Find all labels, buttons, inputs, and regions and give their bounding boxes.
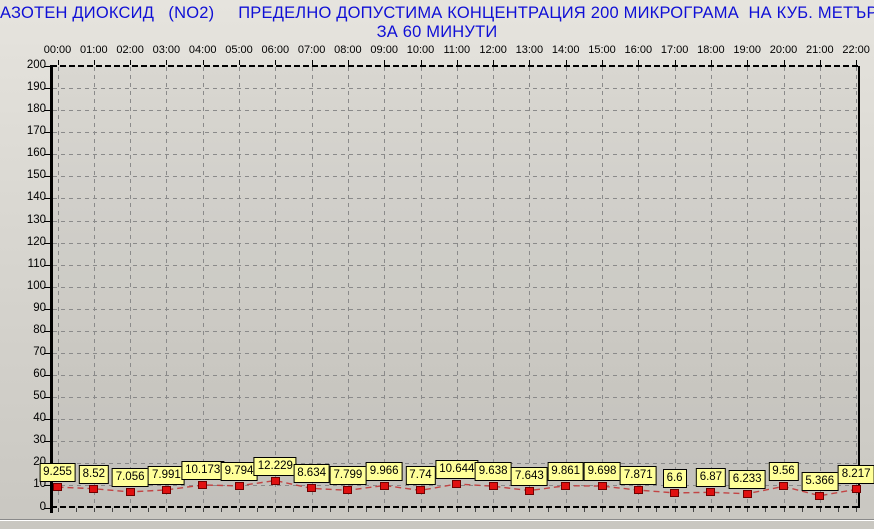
point-value-label: 7.056 [111, 467, 149, 487]
data-point-marker [597, 482, 607, 491]
point-value-label: 7.991 [148, 465, 185, 485]
data-point-marker [198, 481, 208, 490]
data-point-marker [89, 484, 99, 493]
data-point-marker [561, 481, 571, 490]
point-value-label: 9.966 [365, 461, 403, 481]
data-point-marker [488, 482, 498, 491]
data-point-marker [452, 480, 462, 488]
point-value-label: 7.871 [619, 466, 657, 486]
point-value-label: 6.233 [728, 469, 766, 489]
data-point-marker [53, 483, 62, 492]
data-point-marker [343, 486, 353, 495]
point-value-label: 12.229 [253, 456, 297, 476]
series-line-layer [57, 479, 857, 497]
data-point-marker [270, 476, 280, 485]
point-value-label: 6.87 [695, 468, 727, 488]
data-point-marker [125, 487, 135, 496]
data-point-marker [851, 485, 861, 494]
point-value-label: 7.74 [405, 466, 436, 486]
point-value-label: 9.638 [474, 462, 512, 482]
data-point-marker [815, 491, 825, 500]
data-point-marker [379, 481, 389, 490]
point-value-label: 9.861 [547, 461, 585, 481]
data-point-marker [633, 486, 643, 495]
point-value-label: 9.698 [583, 462, 621, 482]
data-point-marker [524, 486, 534, 495]
data-point-marker [670, 488, 680, 497]
point-value-label: 9.255 [39, 463, 76, 483]
point-value-label: 8.634 [293, 464, 330, 484]
data-point-marker [706, 488, 716, 497]
point-value-label: 6.6 [662, 468, 687, 488]
no2-hourly-concentration-chart: АЗОТЕН ДИОКСИД (NO2) ПРЕДЕЛНО ДОПУСТИМА … [0, 0, 874, 529]
point-value-label: 10.644 [435, 460, 479, 479]
data-point-marker [234, 481, 244, 490]
data-point-marker [307, 484, 317, 493]
point-value-label: 7.799 [329, 466, 367, 486]
point-value-label: 8.217 [837, 465, 874, 485]
data-point-marker [161, 485, 171, 494]
data-point-marker [416, 486, 425, 495]
point-value-label: 5.366 [801, 471, 839, 491]
point-value-label: 10.173 [181, 461, 225, 481]
data-point-marker [779, 482, 788, 491]
point-value-label: 9.794 [220, 461, 258, 481]
bottom-separator-line [0, 519, 874, 521]
point-value-label: 9.56 [768, 462, 799, 482]
data-point-marker [742, 489, 752, 498]
point-value-label: 8.52 [78, 464, 109, 484]
point-value-label: 7.643 [511, 466, 548, 486]
